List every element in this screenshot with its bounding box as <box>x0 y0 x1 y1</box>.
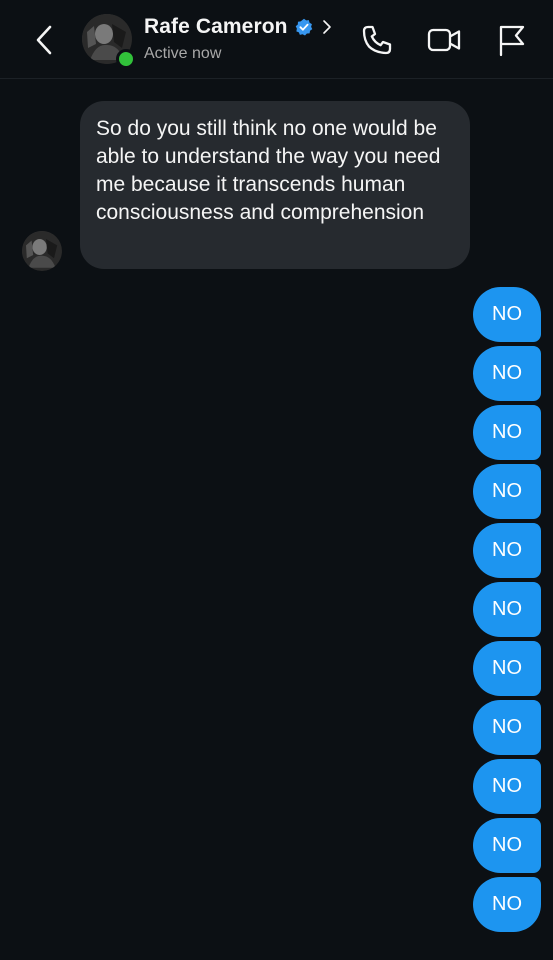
chevron-right-icon <box>322 20 331 34</box>
avatar-photo <box>22 231 62 271</box>
outgoing-message-bubble[interactable]: NO <box>473 287 541 342</box>
outgoing-message-bubble[interactable]: NO <box>473 523 541 578</box>
report-button[interactable] <box>494 22 530 58</box>
video-call-button[interactable] <box>426 22 462 58</box>
outgoing-message-bubble[interactable]: NO <box>473 700 541 755</box>
contact-name: Rafe Cameron <box>144 15 288 38</box>
outgoing-message-bubble[interactable]: NO <box>473 405 541 460</box>
chat-header: Rafe Cameron Active now <box>0 0 553 79</box>
online-indicator <box>116 49 136 69</box>
outgoing-message-bubble[interactable]: NO <box>473 877 541 932</box>
call-button[interactable] <box>359 22 395 58</box>
verified-badge-icon <box>295 18 312 36</box>
outgoing-message-bubble[interactable]: NO <box>473 641 541 696</box>
activity-status: Active now <box>144 45 222 62</box>
flag-icon <box>499 25 525 57</box>
outgoing-message-bubble[interactable]: NO <box>473 759 541 814</box>
chevron-left-icon <box>36 25 52 55</box>
outgoing-message-bubble[interactable]: NO <box>473 818 541 873</box>
incoming-message-bubble[interactable]: So do you still think no one would be ab… <box>80 101 470 269</box>
back-button[interactable] <box>30 23 60 57</box>
outgoing-message-bubble[interactable]: NO <box>473 346 541 401</box>
outgoing-message-bubble[interactable]: NO <box>473 582 541 637</box>
sender-avatar[interactable] <box>22 231 62 271</box>
contact-profile-link[interactable]: Rafe Cameron <box>144 15 332 39</box>
phone-icon <box>362 25 392 55</box>
outgoing-message-group: NO NO NO NO NO NO NO NO NO NO NO <box>473 287 541 936</box>
outgoing-message-bubble[interactable]: NO <box>473 464 541 519</box>
video-camera-icon <box>427 28 461 52</box>
